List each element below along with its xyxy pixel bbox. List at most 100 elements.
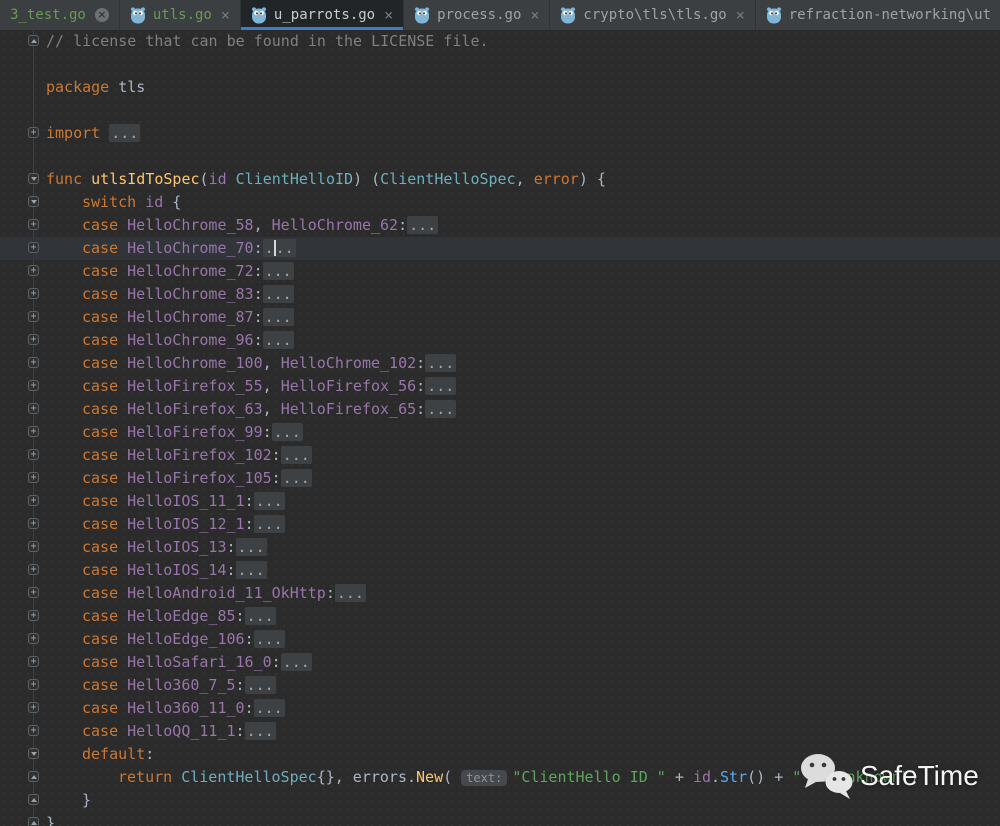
code-token: case bbox=[82, 354, 118, 372]
folded-code-placeholder[interactable]: ... bbox=[407, 216, 438, 234]
folded-code-placeholder[interactable]: ... bbox=[245, 607, 276, 625]
code-text: case HelloChrome_100, HelloChrome_102:..… bbox=[46, 352, 456, 375]
fold-expand-icon[interactable]: + bbox=[28, 311, 39, 322]
close-icon[interactable]: × bbox=[384, 8, 393, 23]
code-token bbox=[118, 400, 127, 418]
gutter: + bbox=[0, 536, 46, 559]
folded-code-placeholder[interactable]: ... bbox=[281, 446, 312, 464]
fold-collapse-icon[interactable] bbox=[28, 794, 39, 805]
folded-code-placeholder[interactable]: ... bbox=[236, 538, 267, 556]
close-icon[interactable]: × bbox=[221, 8, 230, 23]
fold-expand-icon[interactable]: + bbox=[28, 564, 39, 575]
code-line: +case HelloFirefox_105:... bbox=[0, 467, 1000, 490]
folded-code-placeholder[interactable]: ... bbox=[335, 584, 366, 602]
folded-code-placeholder[interactable]: ... bbox=[281, 469, 312, 487]
folded-code-placeholder[interactable]: ... bbox=[254, 699, 285, 717]
folded-code-placeholder[interactable]: ... bbox=[425, 354, 456, 372]
folded-code-placeholder[interactable]: ... bbox=[263, 285, 294, 303]
code-line: +case HelloFirefox_99:... bbox=[0, 421, 1000, 444]
fold-expand-icon[interactable]: + bbox=[28, 334, 39, 345]
folded-code-placeholder[interactable]: ... bbox=[425, 377, 456, 395]
go-gopher-icon bbox=[766, 6, 782, 24]
fold-expand-icon[interactable]: + bbox=[28, 702, 39, 713]
code-token: : bbox=[416, 354, 425, 372]
folded-code-placeholder[interactable]: ... bbox=[281, 653, 312, 671]
folded-code-placeholder[interactable]: ... bbox=[263, 308, 294, 326]
fold-expand-icon[interactable]: + bbox=[28, 403, 39, 414]
tab-refraction-networking-ut[interactable]: refraction-networking\ut bbox=[756, 0, 1000, 30]
folded-code-placeholder[interactable]: ... bbox=[263, 239, 296, 257]
gutter bbox=[0, 766, 46, 789]
close-circle-icon[interactable]: × bbox=[95, 8, 109, 22]
fold-expand-icon[interactable]: + bbox=[28, 242, 39, 253]
tab-utls.go[interactable]: utls.go× bbox=[120, 0, 241, 30]
code-text: case HelloFirefox_55, HelloFirefox_56:..… bbox=[46, 375, 456, 398]
fold-expand-icon[interactable]: + bbox=[28, 426, 39, 437]
fold-collapse-icon[interactable] bbox=[28, 196, 39, 207]
fold-collapse-icon[interactable] bbox=[28, 771, 39, 782]
fold-expand-icon[interactable]: + bbox=[28, 518, 39, 529]
folded-code-placeholder[interactable]: ... bbox=[254, 515, 285, 533]
code-token: HelloFirefox_55 bbox=[127, 377, 262, 395]
fold-expand-icon[interactable]: + bbox=[28, 679, 39, 690]
close-icon[interactable]: × bbox=[736, 8, 745, 23]
fold-expand-icon[interactable]: + bbox=[28, 127, 39, 138]
tab-u_parrots.go[interactable]: u_parrots.go× bbox=[241, 0, 404, 30]
fold-expand-icon[interactable]: + bbox=[28, 265, 39, 276]
fold-collapse-icon[interactable] bbox=[28, 748, 39, 759]
folded-code-placeholder[interactable]: ... bbox=[254, 492, 285, 510]
tab-process.go[interactable]: process.go× bbox=[404, 0, 550, 30]
code-token: default bbox=[82, 745, 145, 763]
folded-code-placeholder[interactable]: ... bbox=[245, 676, 276, 694]
fold-collapse-icon[interactable] bbox=[28, 35, 39, 46]
gutter bbox=[0, 30, 46, 53]
fold-expand-icon[interactable]: + bbox=[28, 380, 39, 391]
fold-expand-icon[interactable]: + bbox=[28, 357, 39, 368]
code-line: +case HelloChrome_87:... bbox=[0, 306, 1000, 329]
folded-code-placeholder[interactable]: ... bbox=[272, 423, 303, 441]
folded-code-placeholder[interactable]: ... bbox=[245, 722, 276, 740]
code-editor[interactable]: // license that can be found in the LICE… bbox=[0, 30, 1000, 826]
fold-expand-icon[interactable]: + bbox=[28, 656, 39, 667]
folded-code-placeholder[interactable]: ... bbox=[425, 400, 456, 418]
code-token: { bbox=[163, 193, 181, 211]
code-token: , bbox=[263, 400, 281, 418]
code-token: ( bbox=[200, 170, 209, 188]
fold-expand-icon[interactable]: + bbox=[28, 495, 39, 506]
code-token: New bbox=[416, 768, 443, 786]
code-token: : bbox=[245, 515, 254, 533]
tab-3_test.go[interactable]: 3_test.go× bbox=[0, 0, 120, 30]
code-text: case HelloChrome_83:... bbox=[46, 283, 294, 306]
fold-expand-icon[interactable]: + bbox=[28, 541, 39, 552]
code-line: +case HelloEdge_106:... bbox=[0, 628, 1000, 651]
fold-expand-icon[interactable]: + bbox=[28, 610, 39, 621]
tab-crypto-tls-tls.go[interactable]: crypto\tls\tls.go× bbox=[550, 0, 755, 30]
folded-code-placeholder[interactable]: ... bbox=[254, 630, 285, 648]
fold-expand-icon[interactable]: + bbox=[28, 288, 39, 299]
folded-code-placeholder[interactable]: ... bbox=[109, 124, 140, 142]
fold-expand-icon[interactable]: + bbox=[28, 472, 39, 483]
fold-collapse-icon[interactable] bbox=[28, 817, 39, 826]
folded-code-placeholder[interactable]: ... bbox=[263, 262, 294, 280]
code-token: package bbox=[46, 78, 109, 96]
code-token: HelloIOS_14 bbox=[127, 561, 226, 579]
folded-code-placeholder[interactable]: ... bbox=[236, 561, 267, 579]
code-line: +import ... bbox=[0, 122, 1000, 145]
fold-expand-icon[interactable]: + bbox=[28, 587, 39, 598]
code-token: error bbox=[534, 170, 579, 188]
editor-tab-bar: 3_test.go× utls.go× u_parrots.go× proces… bbox=[0, 0, 1000, 30]
fold-collapse-icon[interactable] bbox=[28, 173, 39, 184]
code-token: HelloChrome_72 bbox=[127, 262, 253, 280]
code-text: case HelloIOS_14:... bbox=[46, 559, 267, 582]
code-text: case HelloChrome_58, HelloChrome_62:... bbox=[46, 214, 438, 237]
code-token bbox=[118, 377, 127, 395]
fold-expand-icon[interactable]: + bbox=[28, 725, 39, 736]
code-token bbox=[118, 630, 127, 648]
fold-expand-icon[interactable]: + bbox=[28, 449, 39, 460]
code-line: package tls bbox=[0, 76, 1000, 99]
close-icon[interactable]: × bbox=[530, 8, 539, 23]
fold-expand-icon[interactable]: + bbox=[28, 633, 39, 644]
code-text: case HelloIOS_13:... bbox=[46, 536, 267, 559]
folded-code-placeholder[interactable]: ... bbox=[263, 331, 294, 349]
fold-expand-icon[interactable]: + bbox=[28, 219, 39, 230]
